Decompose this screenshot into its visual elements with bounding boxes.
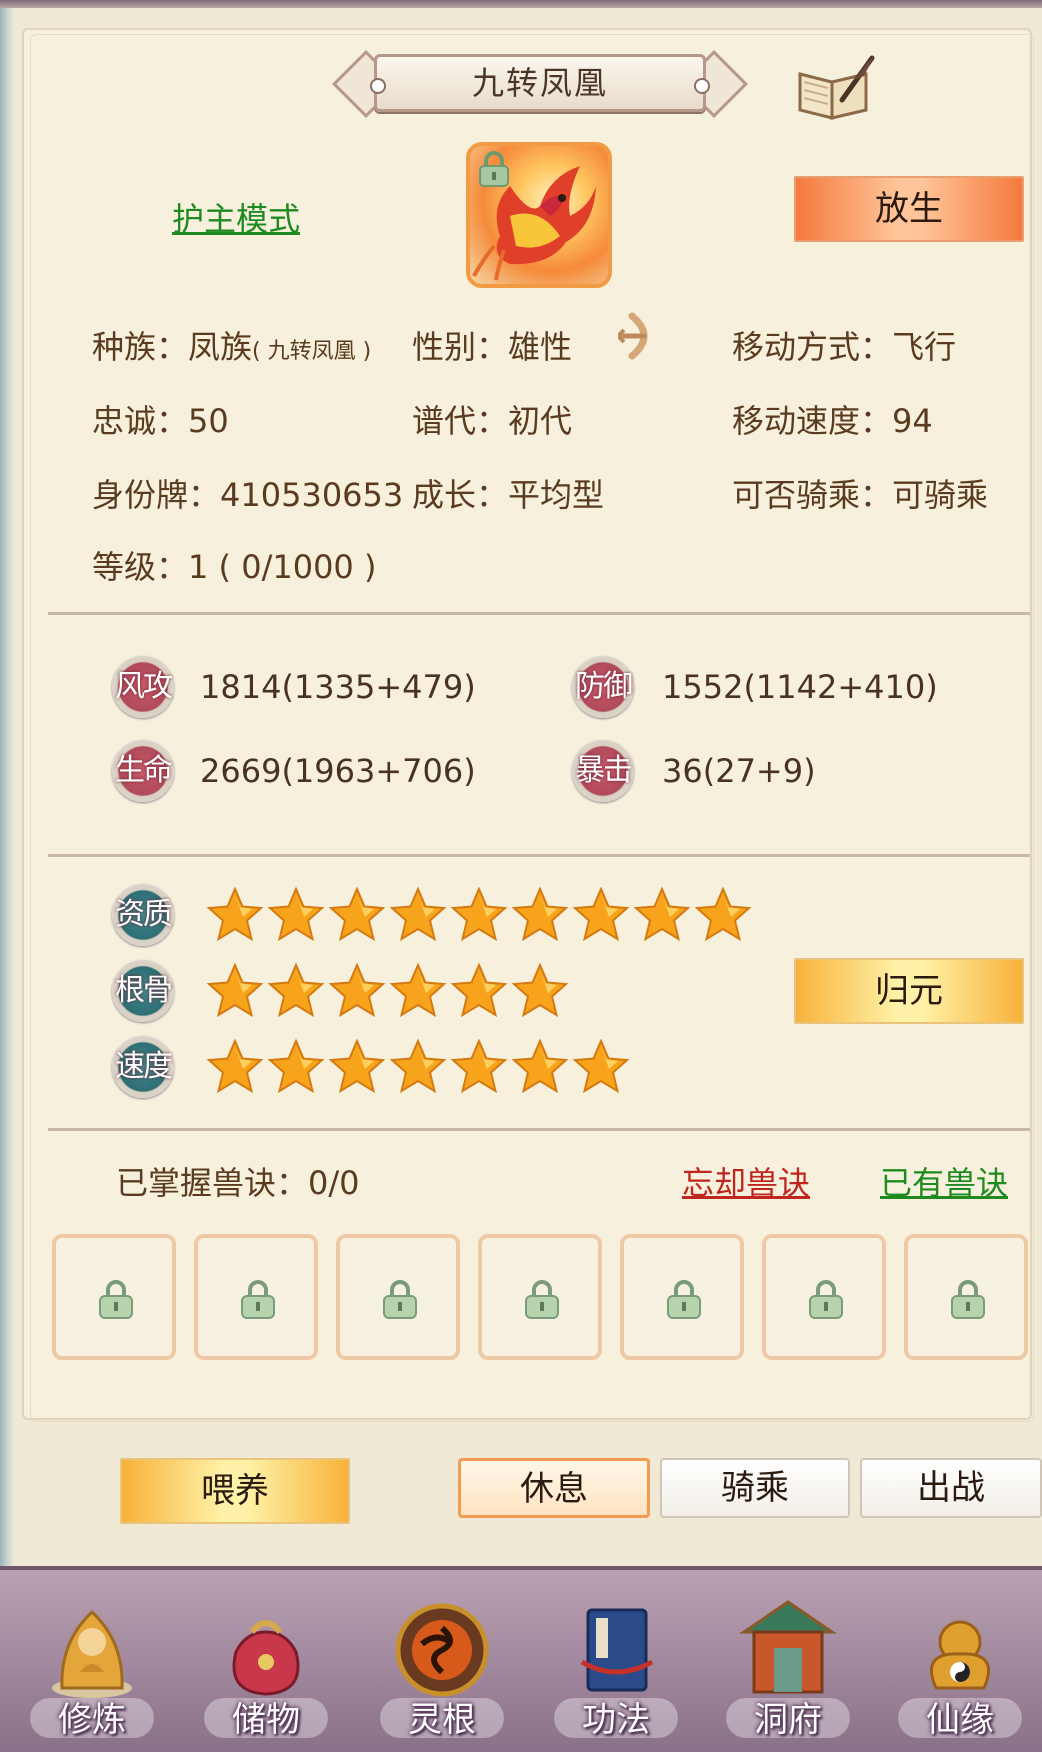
stat-badge-wind-attack: 风攻 — [112, 656, 174, 718]
skill-slot[interactable] — [478, 1234, 602, 1360]
lock-icon — [94, 1278, 138, 1322]
attr-badge-bone: 根骨 — [112, 960, 174, 1022]
guard-mode-link[interactable]: 护主模式 — [172, 194, 300, 240]
lock-icon — [662, 1278, 706, 1322]
star-icon — [389, 886, 447, 944]
lock-icon — [378, 1278, 422, 1322]
race-info: 种族：凤族( 九转凤凰 ) — [92, 328, 372, 366]
nav-item-spirit-root[interactable]: 灵根 — [372, 1574, 512, 1746]
generation-info: 谱代：初代 — [412, 402, 573, 440]
skill-slot[interactable] — [620, 1234, 744, 1360]
star-icon — [267, 886, 325, 944]
stat-value-defense: 1552(1142+410) — [662, 668, 938, 706]
star-icon — [389, 962, 447, 1020]
star-icon — [450, 1038, 508, 1096]
star-icon — [206, 886, 264, 944]
skill-slot[interactable] — [762, 1234, 886, 1360]
feed-button[interactable]: 喂养 — [120, 1458, 350, 1524]
star-icon — [206, 962, 264, 1020]
immortal-fate-icon — [910, 1592, 1010, 1702]
lock-icon — [236, 1278, 280, 1322]
owned-skill-link[interactable]: 已有兽诀 — [880, 1158, 1008, 1204]
star-icon — [511, 1038, 569, 1096]
scripture-book-icon — [566, 1592, 666, 1702]
frame-top-border — [0, 0, 1042, 8]
star-icon — [206, 1038, 264, 1096]
release-button[interactable]: 放生 — [794, 176, 1024, 242]
lock-icon — [479, 151, 509, 187]
loyalty-info: 忠诚：50 — [92, 402, 229, 440]
spirit-root-icon — [392, 1592, 492, 1702]
nav-item-immortal-fate[interactable]: 仙缘 — [890, 1574, 1030, 1746]
skills-count-label: 已掌握兽诀：0/0 — [116, 1164, 360, 1202]
star-icon — [694, 886, 752, 944]
star-icon — [328, 962, 386, 1020]
gender-info: 性别：雄性 — [412, 328, 573, 366]
tab-battle[interactable]: 出战 — [860, 1458, 1042, 1518]
nav-label: 修炼 — [58, 1700, 126, 1740]
book-quill-icon[interactable] — [794, 52, 876, 124]
divider — [48, 612, 1030, 615]
divider — [48, 1128, 1030, 1131]
nav-item-cave-house[interactable]: 洞府 — [718, 1574, 858, 1746]
stat-badge-defense: 防御 — [572, 656, 634, 718]
star-icon — [572, 886, 630, 944]
star-icon — [511, 886, 569, 944]
pet-name-title: 九转凤凰 — [471, 64, 608, 102]
forget-skill-link[interactable]: 忘却兽诀 — [682, 1158, 810, 1204]
storage-bag-icon — [216, 1592, 316, 1702]
attr-badge-speed: 速度 — [112, 1036, 174, 1098]
reset-button[interactable]: 归元 — [794, 958, 1024, 1024]
id-tag-info: 身份牌：410530653 — [92, 476, 404, 514]
attr-badge-aptitude: 资质 — [112, 884, 174, 946]
star-icon — [511, 962, 569, 1020]
star-icon — [450, 962, 508, 1020]
stat-badge-life: 生命 — [112, 740, 174, 802]
nav-label: 仙缘 — [926, 1700, 994, 1740]
stat-value-life: 2669(1963+706) — [200, 752, 476, 790]
title-plate: 九转凤凰 — [330, 48, 750, 120]
star-icon — [572, 1038, 630, 1096]
skill-slot[interactable] — [336, 1234, 460, 1360]
move-mode-info: 移动方式：飞行 — [732, 328, 957, 366]
nav-item-cultivate[interactable]: 修炼 — [22, 1574, 162, 1746]
growth-info: 成长：平均型 — [412, 476, 605, 514]
pet-window-frame: 九转凤凰 护主模式 放生 种族：凤族( 九转凤凰 ) 性别：雄性 移动方式：飞行… — [0, 0, 1042, 1566]
move-speed-info: 移动速度：94 — [732, 402, 933, 440]
divider — [48, 854, 1030, 857]
nav-label: 储物 — [232, 1700, 300, 1740]
nav-item-storage-bag[interactable]: 储物 — [196, 1574, 336, 1746]
stat-value-critical: 36(27+9) — [662, 752, 816, 790]
skill-slot[interactable] — [904, 1234, 1028, 1360]
lock-icon — [804, 1278, 848, 1322]
cave-house-icon — [738, 1592, 838, 1702]
star-icon — [267, 962, 325, 1020]
nav-label: 功法 — [582, 1700, 650, 1740]
lock-icon — [946, 1278, 990, 1322]
star-icon — [633, 886, 691, 944]
skill-slot[interactable] — [194, 1234, 318, 1360]
star-icon — [450, 886, 508, 944]
level-info: 等级：1 ( 0/1000 ) — [92, 548, 377, 586]
skill-slot[interactable] — [52, 1234, 176, 1360]
stat-badge-critical: 暴击 — [572, 740, 634, 802]
tab-ride[interactable]: 骑乘 — [660, 1458, 850, 1518]
cultivate-icon — [42, 1592, 142, 1702]
nav-label: 洞府 — [754, 1700, 822, 1740]
male-gender-icon — [618, 312, 648, 360]
stat-value-wind-attack: 1814(1335+479) — [200, 668, 476, 706]
lock-icon — [520, 1278, 564, 1322]
star-icon — [328, 1038, 386, 1096]
nav-label: 灵根 — [408, 1700, 476, 1740]
rideable-info: 可否骑乘：可骑乘 — [732, 476, 989, 514]
star-icon — [328, 886, 386, 944]
star-icon — [267, 1038, 325, 1096]
nav-item-scripture-book[interactable]: 功法 — [546, 1574, 686, 1746]
tab-rest[interactable]: 休息 — [458, 1458, 650, 1518]
star-icon — [389, 1038, 447, 1096]
pet-avatar[interactable] — [466, 142, 612, 288]
